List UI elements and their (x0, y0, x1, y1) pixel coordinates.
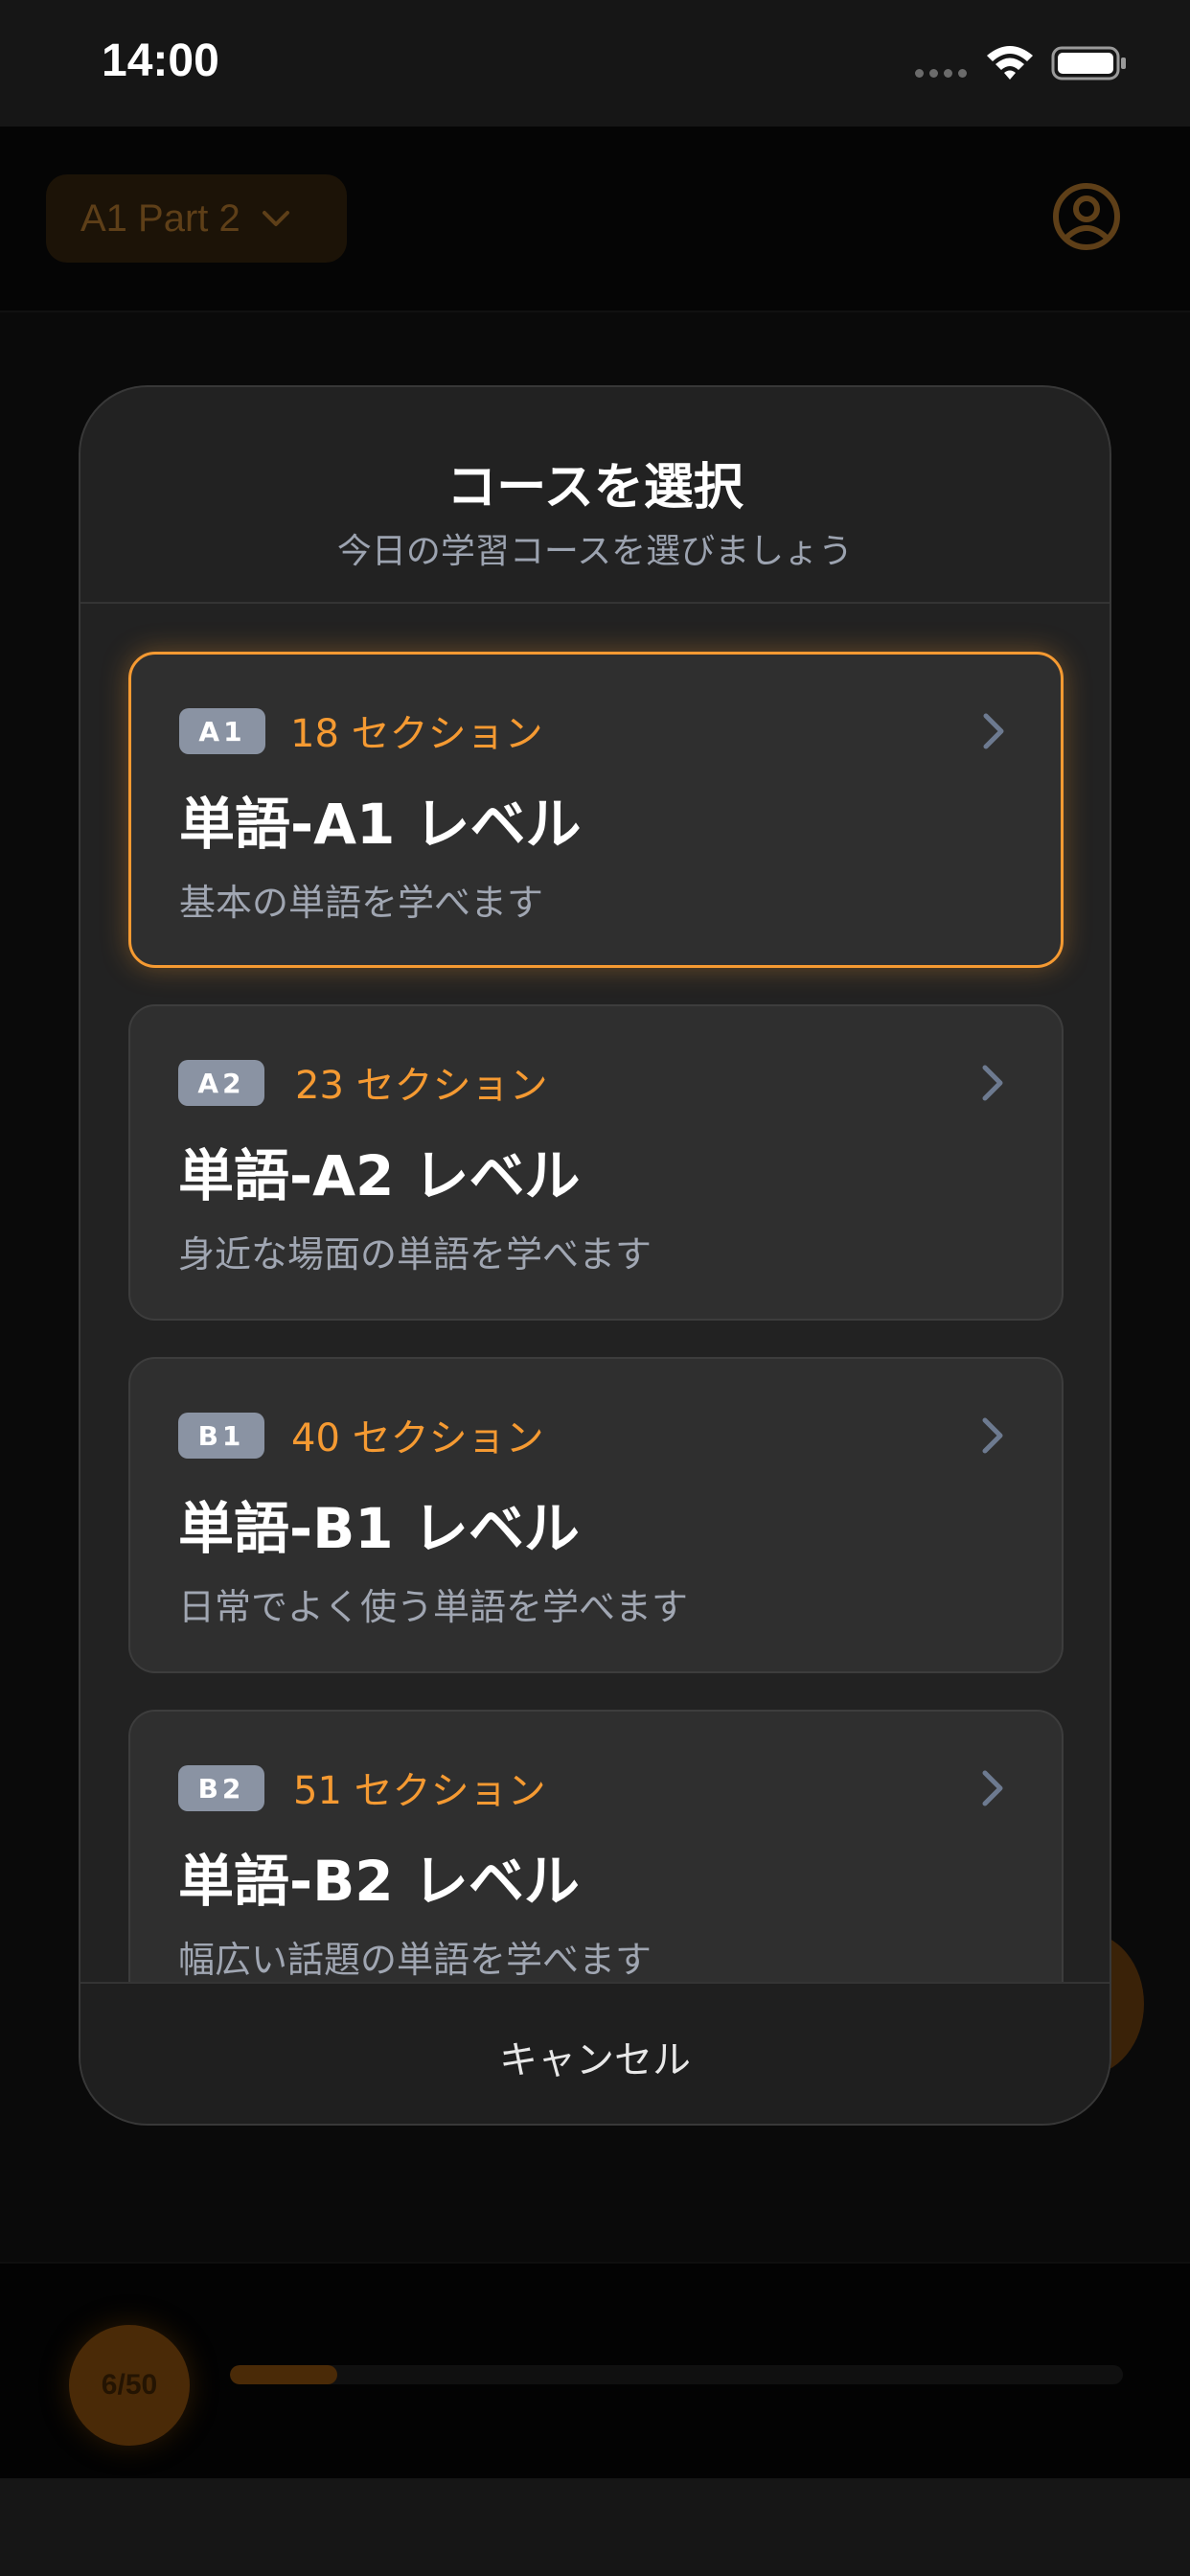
course-description: 幅広い話題の単語を学べます (178, 1939, 652, 1981)
status-bar: 14:00 (0, 0, 1190, 126)
course-card-a1[interactable]: A1 18 セクション 単語-A1 レベル 基本の単語を学べます (128, 652, 1064, 968)
course-list[interactable]: A1 18 セクション 単語-A1 レベル 基本の単語を学べます A2 23 セ… (80, 604, 1110, 2124)
course-name: 単語-A2 レベル (178, 1143, 581, 1208)
chevron-right-icon (983, 713, 1004, 749)
modal-header: コースを選択 今日の学習コースを選びましょう (80, 387, 1110, 604)
chevron-right-icon (982, 1770, 1003, 1806)
section-count: 18 セクション (290, 712, 543, 756)
course-name: 単語-B2 レベル (178, 1849, 580, 1914)
level-badge: B2 (178, 1765, 264, 1811)
battery-icon (1051, 46, 1126, 80)
status-time: 14:00 (102, 35, 219, 86)
profile-icon[interactable] (1052, 182, 1121, 251)
modal-subtitle: 今日の学習コースを選びましょう (336, 532, 854, 571)
course-selector-button[interactable]: A1 Part 2 (46, 174, 347, 263)
course-description: 身近な場面の単語を学べます (178, 1233, 652, 1276)
cancel-label: キャンセル (499, 2038, 691, 2082)
course-card-b1[interactable]: B1 40 セクション 単語-B1 レベル 日常でよく使う単語を学べます (128, 1357, 1064, 1673)
level-badge: A1 (179, 708, 265, 754)
bottom-progress-bar: 6/50 (0, 2262, 1190, 2480)
progress-counter-label: 6/50 (101, 2369, 158, 2401)
cancel-button[interactable]: キャンセル (80, 1982, 1110, 2124)
level-badge: A2 (178, 1060, 264, 1106)
wifi-icon (987, 46, 1033, 80)
course-selector-label: A1 Part 2 (80, 196, 240, 240)
section-count: 40 セクション (291, 1416, 544, 1460)
chevron-right-icon (982, 1417, 1003, 1454)
course-description: 日常でよく使う単語を学べます (178, 1586, 689, 1628)
cellular-signal-icon (915, 69, 967, 78)
course-card-b2[interactable]: B2 51 セクション 単語-B2 レベル 幅広い話題の単語を学べます (128, 1710, 1064, 2026)
section-count: 51 セクション (293, 1769, 546, 1813)
progress-counter: 6/50 (69, 2325, 190, 2446)
chevron-right-icon (982, 1065, 1003, 1101)
course-select-modal: コースを選択 今日の学習コースを選びましょう A1 18 セクション 単語-A1… (79, 385, 1111, 2126)
home-indicator-area (0, 2478, 1190, 2576)
section-count: 23 セクション (295, 1064, 548, 1108)
course-name: 単語-B1 レベル (178, 1496, 580, 1561)
modal-title: コースを選択 (446, 459, 744, 517)
level-badge: B1 (178, 1413, 264, 1459)
app-header: A1 Part 2 (0, 126, 1190, 312)
course-card-a2[interactable]: A2 23 セクション 単語-A2 レベル 身近な場面の単語を学べます (128, 1004, 1064, 1321)
course-name: 単語-A1 レベル (179, 792, 582, 857)
chevron-down-icon (262, 211, 289, 226)
course-description: 基本の単語を学べます (179, 882, 544, 924)
progress-track (230, 2365, 1123, 2384)
progress-fill (230, 2365, 337, 2384)
